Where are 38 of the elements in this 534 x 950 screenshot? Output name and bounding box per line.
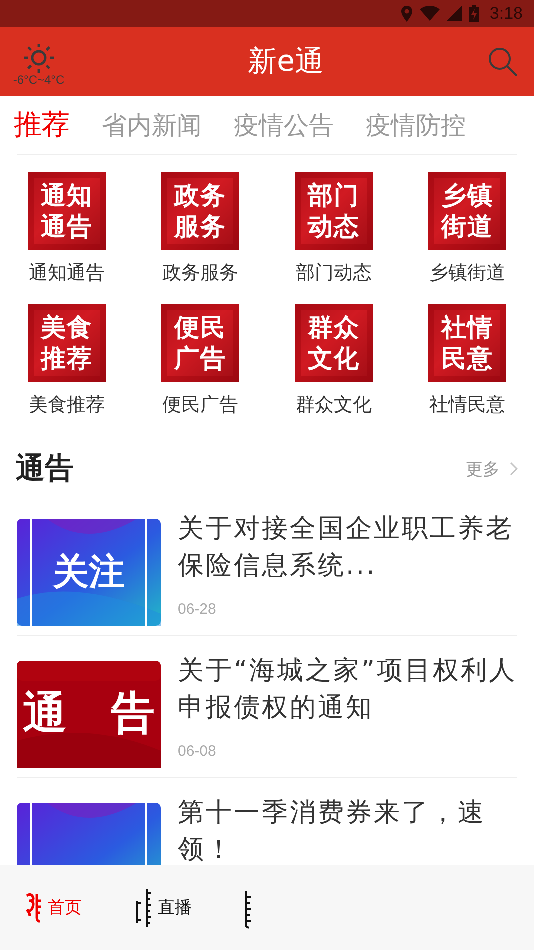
temperature-text: -6°C~4°C (13, 73, 65, 87)
chevron-right-icon (510, 462, 518, 476)
article-title[interactable]: 第十一季消费券来了，速领！ (178, 795, 517, 869)
shortcut-label[interactable]: 社情民意 (429, 392, 506, 418)
shortcut-label[interactable]: 通知通告 (28, 260, 105, 286)
thumbnail-text: 关注 (53, 552, 125, 592)
nav-tab[interactable]: 直播 (134, 887, 192, 928)
signal-icon (446, 6, 462, 21)
shortcut-label[interactable]: 便民广告 (162, 392, 238, 418)
article-title[interactable]: 关于“海城之家”项目权利人申报债权的通知 (178, 653, 517, 727)
article-date: 06-08 (178, 743, 218, 760)
sun-icon (22, 44, 56, 73)
shortcut-tile[interactable]: 通知 通告 (28, 172, 106, 250)
script-glyph-icon (134, 887, 154, 928)
category-tab[interactable]: 推荐 (14, 106, 70, 144)
article-title[interactable]: 关于对接全国企业职工养老保险信息系统... (178, 511, 517, 585)
status-time: 3:18 (490, 4, 523, 24)
shortcut-tile[interactable]: 便民 广告 (161, 304, 240, 382)
shortcut-label[interactable]: 美食推荐 (28, 392, 105, 418)
shortcut-label[interactable]: 群众文化 (296, 392, 372, 418)
shortcut-label[interactable]: 乡镇街道 (429, 260, 506, 286)
script-glyph-icon (24, 892, 44, 922)
wifi-icon (420, 6, 440, 21)
shortcut-tile[interactable]: 美食 推荐 (28, 304, 106, 382)
app-title: 新e通 (248, 42, 324, 80)
section-title: 通告 (16, 450, 74, 487)
shortcut-tile[interactable]: 群众 文化 (294, 304, 373, 382)
nav-tab[interactable]: 首页 (24, 892, 82, 922)
location-icon (400, 6, 413, 22)
shortcut-label[interactable]: 部门动态 (296, 260, 372, 286)
thumbnail-text: 通 告 (23, 690, 155, 739)
shortcut-label[interactable]: 政务服务 (162, 260, 238, 286)
shortcut-tile[interactable]: 政务 服务 (161, 172, 240, 250)
shortcut-tile[interactable]: 乡镇 街道 (428, 172, 506, 250)
shortcut-tile[interactable]: 部门 动态 (294, 172, 373, 250)
article-date: 06-28 (178, 601, 218, 618)
shortcut-tile[interactable]: 社情 民意 (428, 304, 506, 382)
battery-icon (468, 5, 479, 22)
